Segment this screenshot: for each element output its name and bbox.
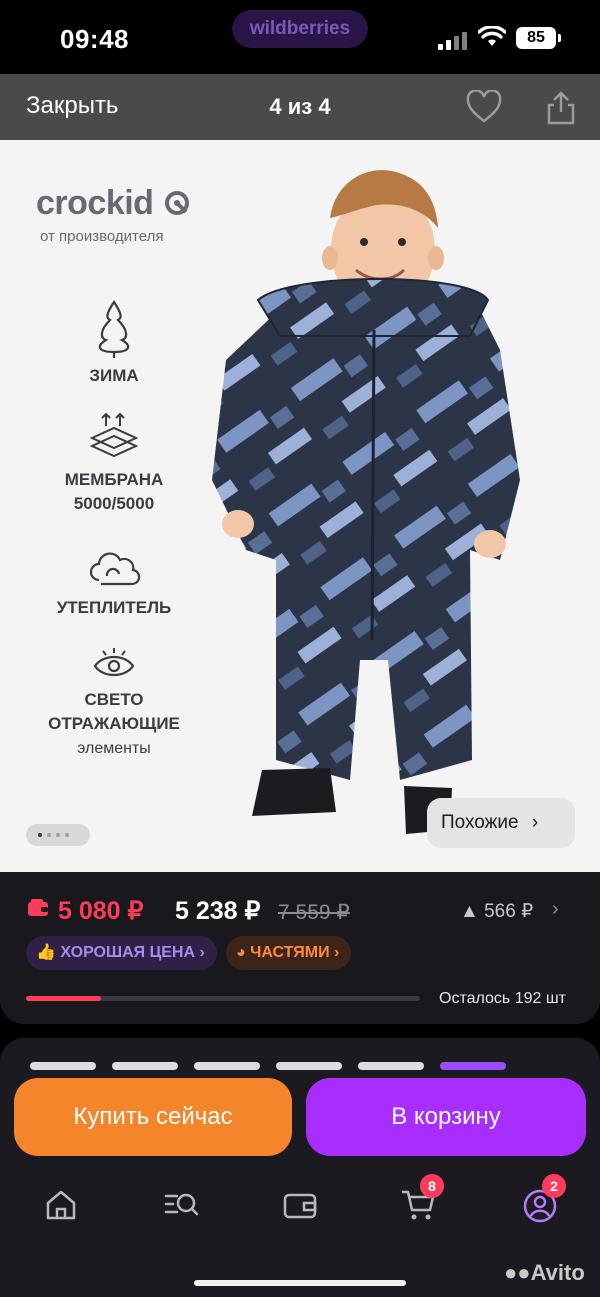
cart-count-badge: 8 bbox=[420, 1174, 444, 1198]
current-price: 5 238 ₽ bbox=[175, 897, 261, 925]
wallet-card-icon bbox=[28, 899, 48, 916]
size-chip-peek[interactable] bbox=[30, 1062, 96, 1070]
catalog-search-icon[interactable] bbox=[163, 1188, 199, 1222]
similar-products-button[interactable]: Похожие › bbox=[427, 798, 575, 848]
size-chip-peek[interactable] bbox=[276, 1062, 342, 1070]
profile-nav[interactable]: 2 bbox=[522, 1174, 566, 1228]
stock-remaining: Осталось 192 шт bbox=[439, 990, 566, 1007]
wifi-icon bbox=[478, 26, 506, 46]
watermark: ●●Avito bbox=[504, 1260, 585, 1285]
add-to-cart-button[interactable]: В корзину bbox=[306, 1078, 586, 1156]
image-pagination-dots bbox=[26, 824, 90, 846]
triangle-up-icon: ▲ bbox=[460, 901, 479, 922]
similar-products-label: Похожие bbox=[441, 812, 519, 833]
size-chip-peek[interactable] bbox=[358, 1062, 424, 1070]
cart-nav[interactable]: 8 bbox=[400, 1174, 444, 1228]
price-change-value: 566 ₽ bbox=[484, 901, 534, 922]
stock-progress-bar bbox=[26, 996, 420, 1001]
buy-now-button[interactable]: Купить сейчас bbox=[14, 1078, 292, 1156]
chevron-right-icon: › bbox=[199, 944, 205, 961]
product-image[interactable]: crockid от производителя ЗИМА МЕМБРАНА 5… bbox=[0, 140, 600, 872]
home-icon[interactable] bbox=[44, 1188, 78, 1222]
image-counter: 4 из 4 bbox=[269, 94, 331, 119]
chevron-right-icon: › bbox=[334, 944, 340, 961]
size-chip-peek[interactable] bbox=[194, 1062, 260, 1070]
size-chip-peek[interactable] bbox=[440, 1062, 506, 1070]
app-indicator-pill[interactable]: wildberries bbox=[232, 10, 368, 48]
pie-chart-icon: ◕ bbox=[236, 944, 246, 961]
bottom-action-sheet: Купить сейчас В корзину 8 2 bbox=[0, 1038, 600, 1297]
product-photo-child-snowsuit bbox=[212, 170, 520, 834]
thumbs-up-icon: 👍 bbox=[36, 944, 56, 961]
share-icon[interactable] bbox=[544, 90, 578, 126]
heart-icon[interactable] bbox=[466, 90, 502, 124]
installments-label: ЧАСТЯМИ bbox=[250, 944, 330, 961]
price-change[interactable]: ▲ 566 ₽ bbox=[460, 900, 533, 923]
cellular-signal-icon bbox=[438, 30, 468, 50]
stock-progress-fill bbox=[26, 996, 101, 1001]
battery-indicator: 85 bbox=[516, 27, 561, 49]
home-indicator[interactable] bbox=[194, 1280, 406, 1286]
price-panel: 5 080 ₽ 5 238 ₽ 7 559 ₽ ▲ 566 ₽ › 👍 ХОРО… bbox=[0, 872, 600, 1024]
profile-notification-badge: 2 bbox=[542, 1174, 566, 1198]
size-chip-peek[interactable] bbox=[112, 1062, 178, 1070]
status-time: 09:48 bbox=[60, 24, 129, 54]
installments-badge[interactable]: ◕ ЧАСТЯМИ › bbox=[226, 936, 352, 970]
good-price-badge[interactable]: 👍 ХОРОШАЯ ЦЕНА › bbox=[26, 936, 217, 970]
good-price-label: ХОРОШАЯ ЦЕНА bbox=[60, 944, 196, 961]
old-price: 7 559 ₽ bbox=[278, 901, 350, 924]
wallet-price: 5 080 ₽ bbox=[58, 897, 144, 925]
wallet-icon[interactable] bbox=[282, 1188, 318, 1222]
status-bar: 09:48 wildberries 85 bbox=[0, 0, 600, 74]
image-viewer-header: Закрыть 4 из 4 bbox=[0, 74, 600, 140]
avito-logo-icon: ●● bbox=[504, 1260, 531, 1285]
chevron-right-icon[interactable]: › bbox=[552, 898, 559, 921]
chevron-right-icon: › bbox=[531, 812, 539, 833]
